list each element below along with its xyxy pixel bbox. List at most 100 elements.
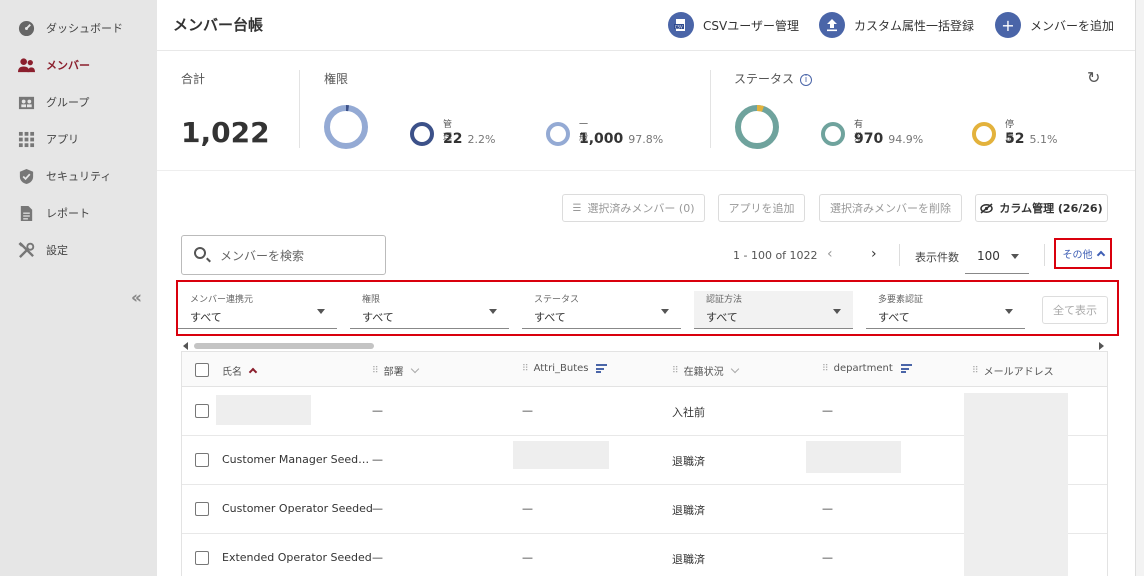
row-checkbox[interactable] [195,502,209,516]
sidebar: ダッシュボード メンバー グループ アプリ セキュリティ レポート 設定 « [0,0,157,576]
selected-members-button[interactable]: ☰ 選択済みメンバー (0) [562,194,705,222]
more-filters-toggle[interactable]: その他 [1054,238,1112,269]
admin-value-group: 22 2.2% [443,131,495,147]
search-input[interactable] [220,246,380,266]
cell-employment-status: 退職済 [672,504,705,517]
drag-handle-icon[interactable]: ⠿ [372,366,379,376]
active-pct: 94.9% [888,133,924,146]
column-manage-button[interactable]: カラム管理 (26/26) [975,194,1108,222]
page-title: メンバー台帳 [173,16,264,34]
stats-divider [710,70,711,148]
column-header-attri-butes[interactable]: ⠿ Attri_Butes [522,363,608,374]
stopped-stat: 停止 52 5.1% [972,120,1057,147]
filter-member-source[interactable]: メンバー連携元 すべて [178,291,337,329]
cell-dept: — [372,453,383,466]
horizontal-scrollbar-thumb[interactable] [194,343,374,349]
cell-department: — [822,404,833,417]
info-icon[interactable]: i [800,74,813,86]
cell-name[interactable]: Customer Operator Seeded [222,502,373,515]
sidebar-item-members[interactable]: メンバー [0,50,157,80]
sort-ascending-icon[interactable] [248,367,258,377]
active-stat: 有効 970 94.9% [821,120,923,147]
member-search [181,235,386,275]
drag-handle-icon[interactable]: ⠿ [522,364,529,374]
general-value: 1,000 [579,131,624,147]
select-all-checkbox[interactable] [195,363,209,377]
drag-handle-icon[interactable]: ⠿ [822,364,829,374]
redacted-email-column [964,393,1068,576]
filter-status[interactable]: ステータス すべて [522,291,681,329]
checklist-icon: ☰ [572,202,582,214]
vertical-scrollbar[interactable] [1135,0,1144,576]
refresh-icon[interactable]: ↻ [1087,68,1100,87]
sidebar-item-apps[interactable]: アプリ [0,124,157,154]
shield-icon [19,168,34,185]
sidebar-item-dashboard[interactable]: ダッシュボード [0,13,157,43]
apps-grid-icon [18,131,35,148]
row-checkbox[interactable] [195,453,209,467]
role-label: 権限 [324,72,349,86]
drag-handle-icon[interactable]: ⠿ [972,366,979,376]
custom-attr-bulk-button[interactable]: カスタム属性一括登録 [819,11,974,39]
sidebar-item-label: メンバー [46,59,90,72]
stats-divider [157,170,1135,171]
add-app-label: アプリを追加 [728,202,795,215]
add-app-button[interactable]: アプリを追加 [718,194,805,222]
drag-handle-icon[interactable]: ⠿ [672,366,679,376]
column-header-email[interactable]: ⠿ メールアドレス [972,363,1054,379]
header-divider [157,50,1135,51]
column-header-name[interactable]: 氏名 [222,363,258,378]
column-header-department[interactable]: ⠿ department [822,363,912,374]
filter-value: すべて [534,311,566,324]
report-icon [20,205,33,222]
csv-user-manage-button[interactable]: CSV CSVユーザー管理 [668,11,799,39]
filter-auth-method[interactable]: 認証方法 すべて [694,291,853,329]
sidebar-item-security[interactable]: セキュリティ [0,161,157,191]
active-ring-icon [821,122,845,146]
sidebar-item-groups[interactable]: グループ [0,87,157,117]
main-content: メンバー台帳 CSV CSVユーザー管理 カスタム属性一括登録 + メンバーを追… [157,0,1135,576]
chevron-down-icon [317,309,325,314]
prev-page-icon[interactable]: ‹ [827,246,833,262]
column-header-dept[interactable]: ⠿ 部署 [372,363,419,378]
column-header-employment-status[interactable]: ⠿ 在籍状況 [672,363,739,378]
show-all-button[interactable]: 全て表示 [1042,296,1108,324]
members-icon [18,58,35,73]
csv-user-manage-label: CSVユーザー管理 [703,18,799,33]
redacted-name [216,395,311,425]
cell-dept: — [372,404,383,417]
sidebar-item-reports[interactable]: レポート [0,198,157,228]
sidebar-item-settings[interactable]: 設定 [0,235,157,265]
pagination-divider [1044,244,1045,266]
admin-ring-icon [410,122,434,146]
cell-employment-status: 退職済 [672,455,705,468]
custom-attr-bulk-label: カスタム属性一括登録 [854,18,975,33]
csv-icon: CSV [668,12,694,38]
filter-role[interactable]: 権限 すべて [350,291,509,329]
cell-dept: — [372,551,383,564]
sort-icon[interactable] [410,364,419,374]
sort-icon[interactable] [730,364,739,374]
per-page-select[interactable]: 100 [965,240,1029,274]
delete-selected-button[interactable]: 選択済みメンバーを削除 [819,194,962,222]
row-checkbox[interactable] [195,404,209,418]
filter-mfa[interactable]: 多要素認証 すべて [866,291,1025,329]
next-page-icon[interactable]: › [871,246,877,262]
cell-name[interactable]: Extended Operator Seeded [222,551,372,564]
scroll-right-icon[interactable] [1099,342,1104,350]
filter-bar: メンバー連携元 すべて 権限 すべて ステータス すべて 認証方法 すべて 多要… [176,280,1119,336]
row-checkbox[interactable] [195,551,209,565]
chevron-down-icon [1011,254,1019,259]
sidebar-item-label: 設定 [46,244,68,257]
cell-name[interactable]: Customer Manager Seed… [222,453,369,466]
chevron-down-icon [489,309,497,314]
sidebar-collapse-button[interactable]: « [131,288,142,308]
column-manage-label: カラム管理 (26/26) [999,202,1103,215]
settings-tools-icon [18,242,35,258]
general-stat: 一般 1,000 97.8% [546,120,663,147]
add-member-button[interactable]: + メンバーを追加 [995,11,1114,39]
scroll-left-icon[interactable] [183,342,188,350]
cell-department: — [822,502,833,515]
sidebar-item-label: レポート [46,207,90,220]
per-page-label: 表示件数 [915,251,959,264]
